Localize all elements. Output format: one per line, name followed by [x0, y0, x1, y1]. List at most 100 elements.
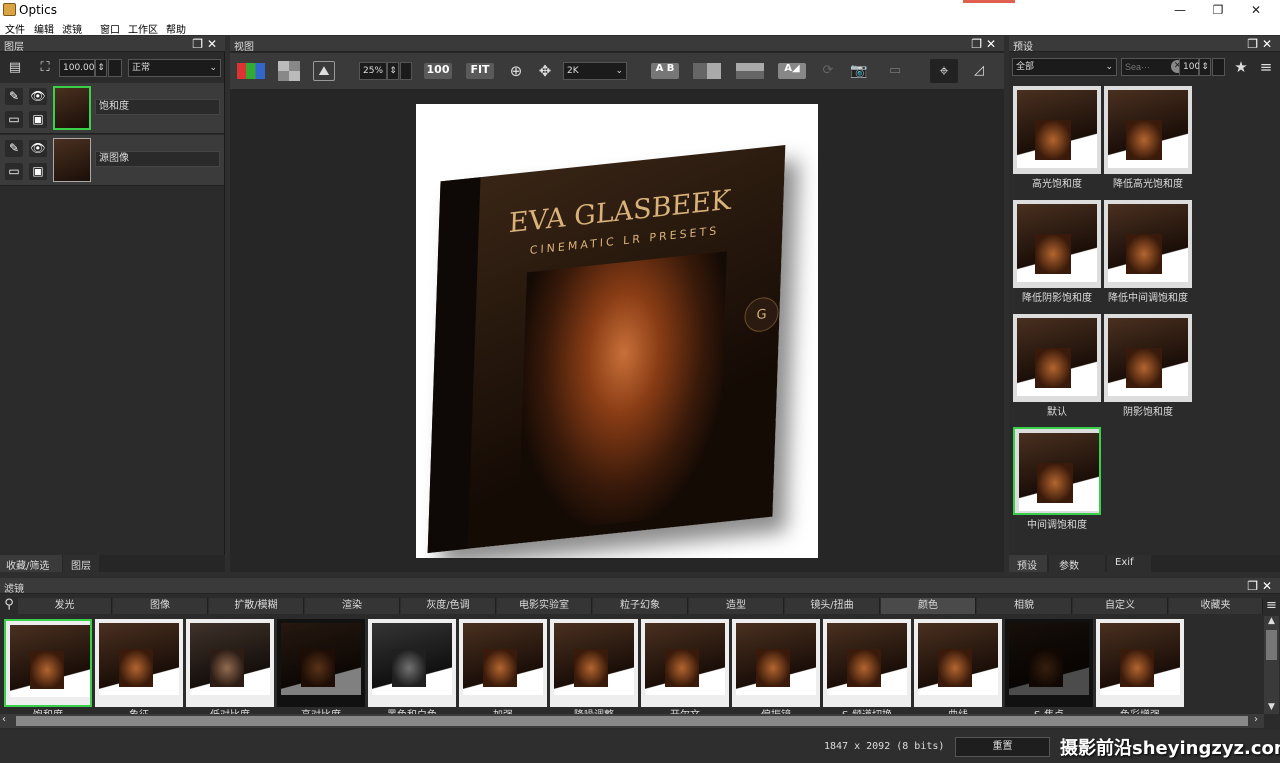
panel-float-close-icon[interactable]: ❐✕ — [192, 37, 221, 51]
resolution-select[interactable]: 2K ⌄ — [563, 62, 627, 80]
filter-thumbnail[interactable] — [368, 619, 456, 707]
move-icon[interactable]: ✥ — [534, 61, 556, 81]
monitor-icon[interactable]: ▭ — [5, 163, 23, 180]
tab-params[interactable]: 参数 — [1049, 555, 1105, 572]
filter-thumbnail[interactable] — [823, 619, 911, 707]
panel-float-close-icon[interactable]: ❐✕ — [1247, 37, 1276, 51]
preset-thumbnail-selected[interactable] — [1013, 427, 1101, 515]
opacity-spin-icon[interactable]: ⇕ — [95, 59, 107, 77]
preset-thumbnail[interactable] — [1104, 86, 1192, 174]
eye-icon[interactable]: 👁 — [29, 88, 47, 105]
scroll-down-icon[interactable]: ▼ — [1264, 702, 1279, 714]
category-film-lab[interactable]: 电影实验室 — [497, 598, 592, 614]
menu-filter[interactable]: 滤镜 — [62, 21, 82, 36]
filter-thumbnail[interactable] — [1096, 619, 1184, 707]
menu-file[interactable]: 文件 — [5, 21, 25, 36]
category-lens-distort[interactable]: 镜头/扭曲 — [785, 598, 880, 614]
layer-name[interactable]: 源图像 — [95, 151, 220, 167]
minimize-icon[interactable]: — — [1165, 2, 1195, 18]
split-horizontal-icon[interactable] — [736, 63, 764, 79]
panel-float-close-icon[interactable]: ❐✕ — [971, 37, 1000, 51]
zoom-spin-icon[interactable]: ⇕ — [387, 62, 399, 80]
category-diffuse-blur[interactable]: 扩散/模糊 — [209, 598, 304, 614]
tab-favorites[interactable]: 收藏/筛选 — [0, 555, 62, 572]
zoom-100-button[interactable]: 100 — [424, 63, 452, 79]
restore-icon[interactable]: ❐ — [1203, 2, 1233, 18]
category-image[interactable]: 图像 — [113, 598, 208, 614]
preset-thumbnail[interactable] — [1104, 200, 1192, 288]
star-icon[interactable]: ★ — [1230, 57, 1252, 77]
opacity-field[interactable]: 100.00 — [59, 59, 95, 77]
rgb-channels-icon[interactable] — [237, 63, 265, 79]
edit-layer-icon[interactable]: ✎ — [5, 140, 23, 157]
preset-thumbnail[interactable] — [1013, 86, 1101, 174]
filter-thumbnail[interactable] — [914, 619, 1002, 707]
filter-thumbnail-selected[interactable] — [4, 619, 92, 707]
scroll-up-icon[interactable]: ▲ — [1264, 616, 1279, 628]
menu-icon[interactable]: ≡ — [1255, 57, 1277, 77]
edit-layer-icon[interactable]: ✎ — [5, 88, 23, 105]
menu-edit[interactable]: 编辑 — [34, 21, 54, 36]
monitor-icon[interactable]: ▭ — [5, 111, 23, 128]
panel-float-close-icon[interactable]: ❐✕ — [1247, 579, 1276, 593]
refresh-icon[interactable]: ⟳ — [817, 61, 839, 81]
layer-name[interactable]: 饱和度 — [95, 99, 220, 115]
layer-row[interactable]: ✎ 👁 ▭ ▣ 饱和度 — [0, 83, 224, 134]
category-custom[interactable]: 自定义 — [1073, 598, 1168, 614]
tab-exif[interactable]: Exif — [1107, 555, 1151, 572]
preset-thumbnail[interactable] — [1013, 314, 1101, 402]
preset-thumbnail[interactable] — [1104, 314, 1192, 402]
split-vertical-icon[interactable] — [693, 63, 721, 79]
fit-button[interactable]: FIT — [466, 63, 494, 79]
layer-thumbnail[interactable] — [53, 138, 91, 182]
menu-icon[interactable]: ≡ — [1263, 598, 1280, 614]
filter-thumbnail[interactable] — [277, 619, 365, 707]
category-particle-illusion[interactable]: 粒子幻象 — [593, 598, 688, 614]
close-icon[interactable]: ✕ — [1241, 2, 1271, 18]
filters-vertical-scrollbar[interactable]: ▲ ▼ — [1264, 616, 1279, 714]
layer-thumbnail[interactable] — [53, 86, 91, 130]
filter-thumbnail[interactable] — [459, 619, 547, 707]
blend-mode-select[interactable]: 正常 ⌄ — [128, 59, 221, 77]
filters-horizontal-scrollbar[interactable]: ‹ › — [0, 714, 1264, 728]
filter-thumbnail[interactable] — [186, 619, 274, 707]
image-canvas[interactable]: EVA GLASBEEK CINEMATIC LR PRESETS G — [416, 104, 818, 558]
category-color[interactable]: 颜色 — [881, 598, 976, 614]
zoom-slider-button[interactable] — [400, 62, 412, 80]
add-layer-icon[interactable]: ▤ — [4, 58, 26, 78]
scroll-thumb[interactable] — [1266, 630, 1277, 660]
search-icon[interactable]: ⚲ — [0, 597, 18, 615]
menu-workspace[interactable]: 工作区 — [128, 21, 158, 36]
mask-icon[interactable]: ▣ — [29, 163, 47, 180]
monitor-preview-icon[interactable]: ▭ — [884, 61, 906, 81]
thumb-size-slider-button[interactable] — [1212, 58, 1225, 76]
category-grayscale-tone[interactable]: 灰度/色调 — [401, 598, 496, 614]
preset-filter-select[interactable]: 全部 ⌄ — [1012, 58, 1117, 76]
camera-icon[interactable]: 📷 — [848, 61, 870, 81]
filter-thumbnail[interactable] — [95, 619, 183, 707]
filter-thumbnail[interactable] — [641, 619, 729, 707]
category-favorites[interactable]: 收藏夹 — [1169, 598, 1263, 614]
scroll-right-icon[interactable]: › — [1254, 714, 1264, 728]
filter-thumbnail[interactable] — [550, 619, 638, 707]
menu-window[interactable]: 窗口 — [100, 21, 120, 36]
image-icon[interactable]: ⛰ — [313, 61, 335, 81]
layer-mask-icon[interactable]: ⛶ — [34, 58, 56, 78]
category-portrait[interactable]: 相貌 — [977, 598, 1072, 614]
opacity-slider-button[interactable] — [108, 59, 122, 77]
histogram-icon[interactable]: ◿ — [968, 61, 990, 81]
filter-thumbnail[interactable] — [1005, 619, 1093, 707]
category-render[interactable]: 渲染 — [305, 598, 400, 614]
filter-thumbnail[interactable] — [732, 619, 820, 707]
zoom-field[interactable]: 25% — [359, 62, 387, 80]
hscroll-thumb[interactable] — [16, 716, 1248, 726]
crosshair-icon[interactable]: ⌖ — [930, 59, 958, 83]
thumb-size-spin-icon[interactable]: ⇕ — [1199, 58, 1211, 76]
category-glow[interactable]: 发光 — [18, 598, 112, 614]
checker-icon[interactable] — [278, 61, 300, 81]
menu-help[interactable]: 帮助 — [166, 21, 186, 36]
ab-compare-button[interactable]: A B — [651, 63, 679, 79]
zoom-icon[interactable]: ⊕ — [505, 61, 527, 81]
tab-presets[interactable]: 预设 — [1009, 555, 1047, 572]
overlay-a-icon[interactable]: A◢ — [778, 63, 806, 79]
